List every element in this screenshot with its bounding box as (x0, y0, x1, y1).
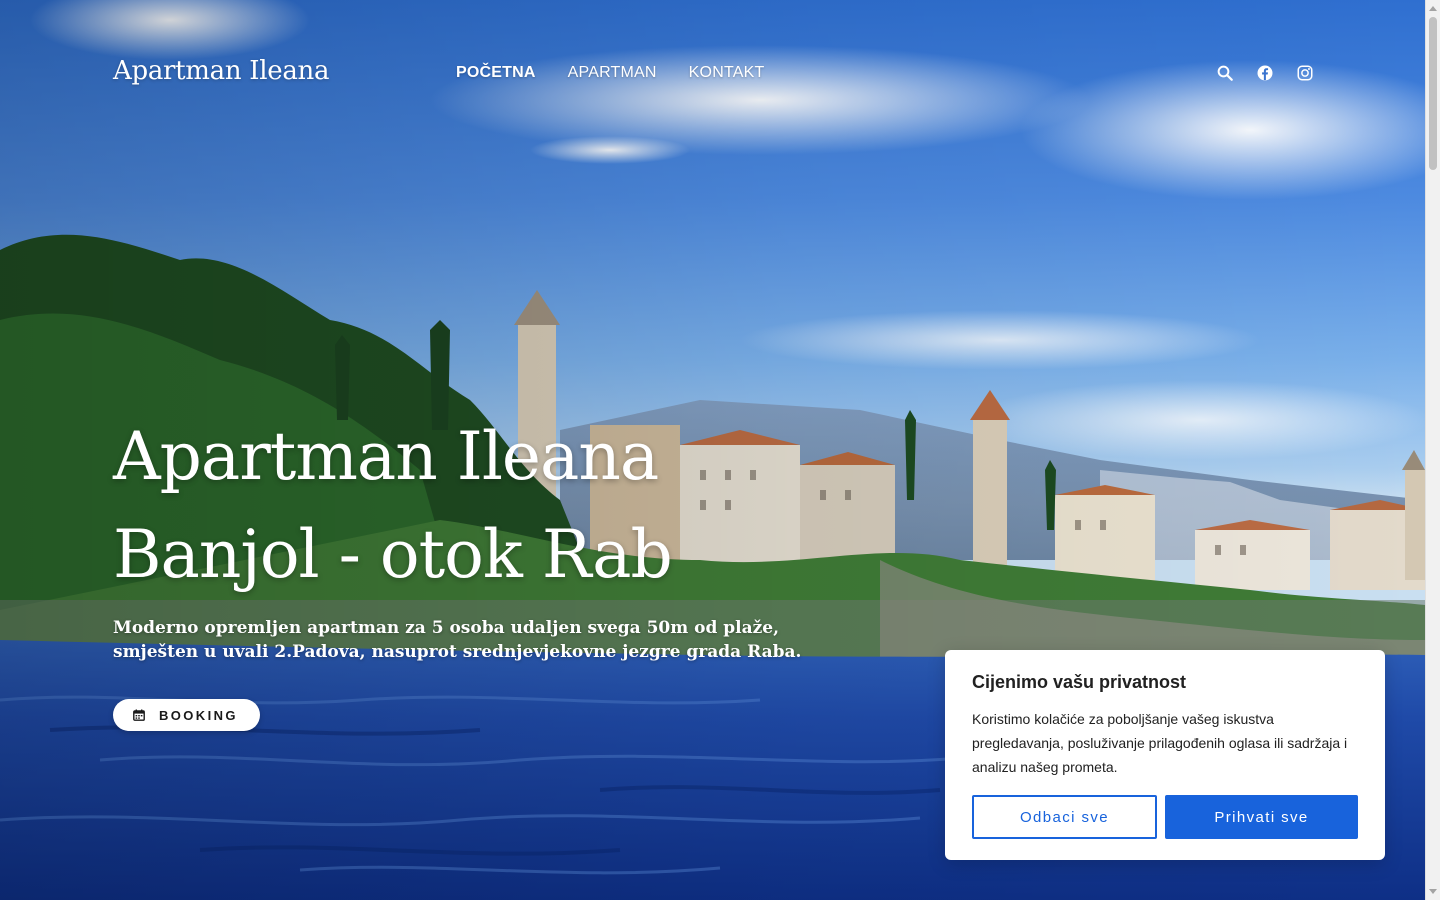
hero-subtitle-line-2: smješten u uvali 2.Padova, nasuprot sred… (113, 642, 802, 662)
main-nav: POČETNA APARTMAN KONTAKT (456, 64, 764, 82)
cookie-actions: Odbaci sve Prihvati sve (972, 795, 1358, 839)
accept-all-button[interactable]: Prihvati sve (1165, 795, 1358, 839)
nav-item-pocetna[interactable]: POČETNA (456, 64, 536, 82)
hero-title-line-2: Banjol - otok Rab (113, 516, 673, 593)
page-scrollbar[interactable] (1425, 0, 1440, 900)
nav-item-kontakt[interactable]: KONTAKT (689, 64, 765, 82)
search-icon[interactable] (1216, 64, 1234, 82)
cookie-description: Koristimo kolačiće za poboljšanje vašeg … (972, 711, 1348, 775)
cookie-consent-banner: Cijenimo vašu privatnost Koristimo kolač… (945, 650, 1385, 860)
hero-title: Apartman Ileana Banjol - otok Rab (113, 408, 673, 604)
scroll-down-arrow-icon[interactable] (1429, 889, 1437, 894)
calendar-icon (133, 709, 145, 721)
hero-subtitle-line-1: Moderno opremljen apartman za 5 osoba ud… (113, 618, 780, 638)
facebook-icon[interactable] (1256, 64, 1274, 82)
reject-all-button[interactable]: Odbaci sve (972, 795, 1157, 839)
hero-subtitle: Moderno opremljen apartman za 5 osoba ud… (113, 616, 813, 664)
site-header: Apartman Ileana POČETNA APARTMAN KONTAKT (0, 0, 1425, 150)
cookie-title: Cijenimo vašu privatnost (972, 672, 1187, 692)
hero-title-line-1: Apartman Ileana (113, 418, 659, 495)
scrollbar-thumb[interactable] (1429, 17, 1437, 170)
header-icons (1216, 64, 1314, 82)
scroll-up-arrow-icon[interactable] (1429, 6, 1437, 11)
page: Apartman Ileana POČETNA APARTMAN KONTAKT (0, 0, 1440, 900)
site-logo[interactable]: Apartman Ileana (113, 56, 329, 86)
instagram-icon[interactable] (1296, 64, 1314, 82)
booking-button-label: BOOKING (159, 707, 238, 723)
nav-item-apartman[interactable]: APARTMAN (568, 64, 657, 82)
booking-button[interactable]: BOOKING (113, 699, 260, 731)
